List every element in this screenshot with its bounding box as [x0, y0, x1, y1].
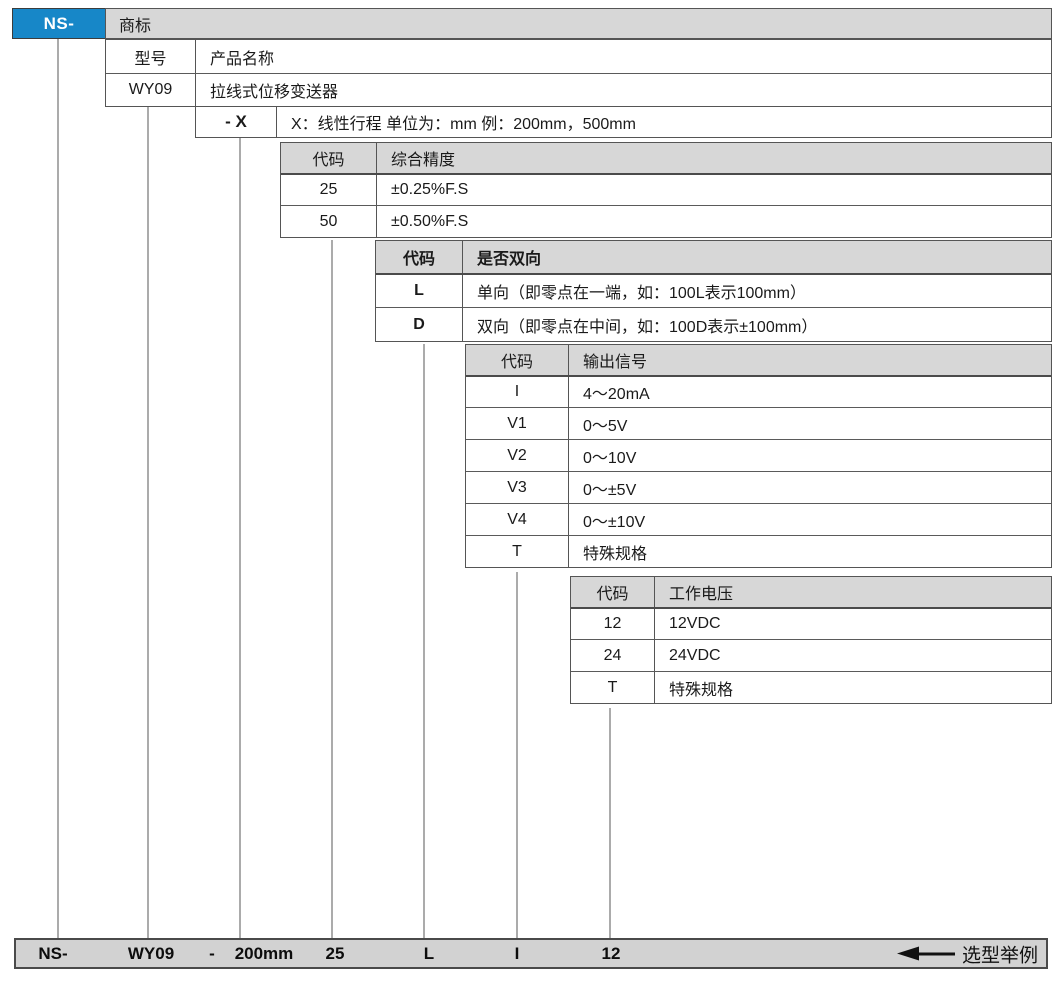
output-code-cell: T: [466, 536, 569, 567]
direction-value-cell: 双向（即零点在中间，如：100D表示±100mm）: [463, 308, 1051, 341]
example-segment-output: I: [515, 944, 520, 964]
voltage-value-cell: 12VDC: [655, 609, 1051, 639]
connector-line-direction: [423, 344, 425, 938]
direction-header-row: 代码 是否双向: [376, 241, 1051, 273]
output-row-V1: V1 0～5V: [466, 407, 1051, 439]
accuracy-header-name-cell: 综合精度: [377, 143, 1051, 173]
brand-header-label: 商标: [119, 12, 151, 36]
connector-line-voltage: [609, 708, 611, 938]
model-header-name-cell: 产品名称: [196, 40, 1051, 73]
accuracy-code-cell: 25: [281, 175, 377, 205]
example-segment-prefix: NS-: [38, 944, 67, 964]
voltage-row-12: 12 12VDC: [571, 607, 1051, 639]
accuracy-code-cell: 50: [281, 206, 377, 237]
brand-header-cell: 商标: [105, 8, 1052, 39]
direction-code-cell: D: [376, 308, 463, 341]
stroke-code-cell: - X: [196, 107, 277, 137]
voltage-code-cell: 12: [571, 609, 655, 639]
accuracy-row-50: 50 ±0.50%F.S: [281, 205, 1051, 237]
output-table: 代码 输出信号 I 4～20mA V1 0～5V V2 0～10V V3 0～±…: [465, 344, 1052, 568]
arrow-line: [919, 952, 955, 955]
accuracy-header-row: 代码 综合精度: [281, 143, 1051, 173]
voltage-value-cell: 24VDC: [655, 640, 1051, 671]
example-segment-direction: L: [424, 944, 434, 964]
voltage-code-cell: T: [571, 672, 655, 703]
example-segment-dash: -: [209, 944, 215, 964]
output-code-cell: V2: [466, 440, 569, 471]
connector-line-output: [516, 572, 518, 938]
stroke-desc-cell: X：线性行程 单位为：mm 例：200mm，500mm: [277, 107, 1051, 137]
example-segment-stroke: 200mm: [235, 944, 294, 964]
model-prefix-cell: NS-: [12, 8, 106, 39]
example-segment-model: WY09: [128, 944, 174, 964]
voltage-row-24: 24 24VDC: [571, 639, 1051, 671]
output-header-code-cell: 代码: [466, 345, 569, 375]
model-code-cell: WY09: [106, 74, 196, 106]
output-row-V4: V4 0～±10V: [466, 503, 1051, 535]
stroke-row: - X X：线性行程 单位为：mm 例：200mm，500mm: [196, 107, 1051, 137]
output-row-I: I 4～20mA: [466, 375, 1051, 407]
output-value-cell: 0～5V: [569, 408, 1051, 439]
connector-line-prefix: [57, 39, 59, 938]
voltage-header-code-cell: 代码: [571, 577, 655, 607]
output-value-cell: 0～10V: [569, 440, 1051, 471]
model-table: 型号 产品名称 WY09 拉线式位移变送器: [105, 39, 1052, 107]
voltage-table: 代码 工作电压 12 12VDC 24 24VDC T 特殊规格: [570, 576, 1052, 704]
left-arrow-icon: [897, 947, 919, 961]
voltage-header-name-cell: 工作电压: [655, 577, 1051, 607]
accuracy-value-cell: ±0.25%F.S: [377, 175, 1051, 205]
output-value-cell: 0～±5V: [569, 472, 1051, 503]
voltage-header-row: 代码 工作电压: [571, 577, 1051, 607]
model-name-cell: 拉线式位移变送器: [196, 74, 1051, 106]
accuracy-table: 代码 综合精度 25 ±0.25%F.S 50 ±0.50%F.S: [280, 142, 1052, 238]
model-header-code-cell: 型号: [106, 40, 196, 73]
model-table-header-row: 型号 产品名称: [106, 40, 1051, 73]
output-code-cell: V3: [466, 472, 569, 503]
model-selection-diagram: NS- 商标 型号 产品名称 WY09 拉线式位移变送器 - X X：线性行程 …: [0, 0, 1061, 981]
accuracy-header-code-cell: 代码: [281, 143, 377, 173]
direction-row-D: D 双向（即零点在中间，如：100D表示±100mm）: [376, 307, 1051, 341]
selection-example-bar: NS- WY09 - 200mm 25 L I 12 选型举例: [14, 938, 1048, 969]
output-value-cell: 特殊规格: [569, 536, 1051, 567]
voltage-value-cell: 特殊规格: [655, 672, 1051, 703]
example-arrow-label: 选型举例: [962, 940, 1038, 967]
connector-line-accuracy: [331, 240, 333, 938]
model-prefix-label: NS-: [44, 14, 75, 34]
stroke-table: - X X：线性行程 单位为：mm 例：200mm，500mm: [195, 106, 1052, 138]
output-value-cell: 4～20mA: [569, 377, 1051, 407]
direction-code-cell: L: [376, 275, 463, 307]
output-value-cell: 0～±10V: [569, 504, 1051, 535]
output-code-cell: I: [466, 377, 569, 407]
output-row-V3: V3 0～±5V: [466, 471, 1051, 503]
accuracy-value-cell: ±0.50%F.S: [377, 206, 1051, 237]
output-row-T: T 特殊规格: [466, 535, 1051, 567]
example-arrow-group: 选型举例: [897, 940, 1038, 967]
example-segment-accuracy: 25: [326, 944, 345, 964]
output-code-cell: V4: [466, 504, 569, 535]
example-segment-voltage: 12: [602, 944, 621, 964]
connector-line-stroke: [239, 138, 241, 938]
voltage-code-cell: 24: [571, 640, 655, 671]
direction-header-code-cell: 代码: [376, 241, 463, 273]
direction-table: 代码 是否双向 L 单向（即零点在一端，如：100L表示100mm） D 双向（…: [375, 240, 1052, 342]
output-header-name-cell: 输出信号: [569, 345, 1051, 375]
direction-row-L: L 单向（即零点在一端，如：100L表示100mm）: [376, 273, 1051, 307]
model-table-row: WY09 拉线式位移变送器: [106, 73, 1051, 106]
connector-line-model: [147, 107, 149, 938]
accuracy-row-25: 25 ±0.25%F.S: [281, 173, 1051, 205]
output-row-V2: V2 0～10V: [466, 439, 1051, 471]
output-code-cell: V1: [466, 408, 569, 439]
direction-value-cell: 单向（即零点在一端，如：100L表示100mm）: [463, 275, 1051, 307]
voltage-row-T: T 特殊规格: [571, 671, 1051, 703]
direction-header-name-cell: 是否双向: [463, 241, 1051, 273]
output-header-row: 代码 输出信号: [466, 345, 1051, 375]
